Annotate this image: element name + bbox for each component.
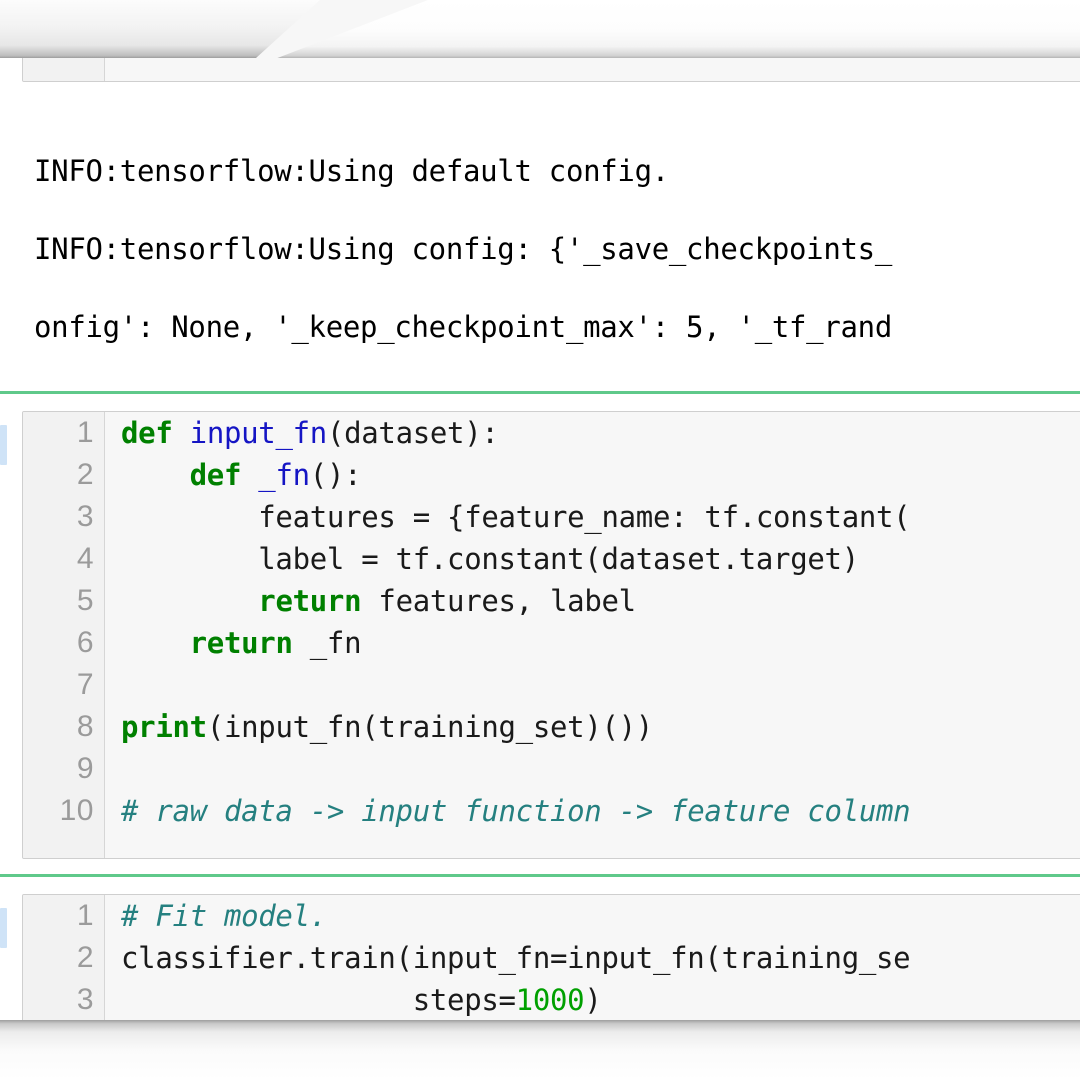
line-number: 1 <box>76 416 94 449</box>
code-token-plain: (input_fn(training_set)()) <box>206 710 653 744</box>
line-number-gutter: 1 2 3 <box>23 895 105 1080</box>
code-token-plain: features, label <box>361 584 636 618</box>
code-line: print(input_fn(training_set)()) <box>121 706 1080 748</box>
line-number: 6 <box>76 626 94 659</box>
code-line: classifier.train(input_fn=input_fn(train… <box>121 937 1080 979</box>
code-area[interactable] <box>105 0 1080 81</box>
cell-separator-rule <box>0 391 1080 394</box>
line-number-gutter: 1 2 3 4 5 6 7 8 9 10 <box>23 412 105 858</box>
code-token-plain: features = {feature_name: tf.constant( <box>121 500 911 534</box>
cell-selected-marker <box>0 908 7 948</box>
code-line: label = tf.constant(dataset.target) <box>121 538 1080 580</box>
line-number: 8 <box>76 710 94 743</box>
line-number: 2 <box>76 941 94 974</box>
code-line: return features, label <box>121 580 1080 622</box>
code-token-plain: (dataset): <box>326 416 499 450</box>
output-line: INFO:tensorflow:Using default config. <box>34 154 669 188</box>
code-token-fname: _fn <box>258 458 310 492</box>
line-number: 10 <box>59 794 94 827</box>
code-token-kw: return <box>258 584 362 618</box>
code-token-plain: steps= <box>121 983 516 1017</box>
line-number: 1 <box>76 899 94 932</box>
line-number: 4 <box>76 542 94 575</box>
input-fn-code-cell[interactable]: 1 2 3 4 5 6 7 8 9 10 def input_fn(datase… <box>22 411 1080 859</box>
code-token-kw: def <box>121 416 173 450</box>
code-token-plain: _fn <box>292 626 362 660</box>
code-line: def input_fn(dataset): <box>121 412 1080 454</box>
output-line: INFO:tensorflow:Using config: {'_save_ch… <box>34 232 892 266</box>
tensorflow-log-output: INFO:tensorflow:Using default config. IN… <box>0 114 1080 370</box>
code-token-comment: # raw data -> input function -> feature … <box>121 794 911 828</box>
code-line: def _fn(): <box>121 454 1080 496</box>
code-area[interactable]: def input_fn(dataset): def _fn(): featur… <box>105 412 1080 858</box>
code-token-plain: ) <box>584 983 602 1017</box>
code-line: steps=1000) <box>121 979 1080 1021</box>
code-token-num: 1000 <box>515 983 585 1017</box>
code-token-plain: label = tf.constant(dataset.target) <box>121 542 859 576</box>
notebook-screenshot: 10 INFO:tensorflow:Using default config.… <box>0 0 1080 1080</box>
line-number: 2 <box>76 458 94 491</box>
line-number: 3 <box>76 500 94 533</box>
cell-separator-rule <box>0 874 1080 877</box>
line-number: 10 <box>23 0 104 5</box>
notebook-scroll-area[interactable]: 10 INFO:tensorflow:Using default config.… <box>0 0 1080 1080</box>
line-number: 5 <box>76 584 94 617</box>
code-token-fname: input_fn <box>189 416 328 450</box>
code-line: # Fit model. <box>121 895 1080 937</box>
cell-selected-marker <box>0 425 7 465</box>
line-number: 3 <box>76 983 94 1016</box>
line-number: 9 <box>76 752 94 785</box>
truncated-code-cell[interactable]: 10 <box>22 0 1080 82</box>
code-token-plain: classifier.train(input_fn=input_fn(train… <box>121 941 911 975</box>
code-token-builtin: print <box>121 710 207 744</box>
line-number: 7 <box>76 668 94 701</box>
code-token-plain: (): <box>309 458 362 492</box>
output-line: onfig': None, '_keep_checkpoint_max': 5,… <box>34 310 892 344</box>
code-line: # raw data -> input function -> feature … <box>121 790 1080 832</box>
line-number-gutter: 10 <box>23 0 105 81</box>
code-token-kw: return <box>189 626 293 660</box>
code-area[interactable]: # Fit model. classifier.train(input_fn=in… <box>105 895 1080 1080</box>
code-token-kw: def <box>189 458 242 492</box>
code-line: return _fn <box>121 622 1080 664</box>
code-token-comment: # Fit model. <box>121 899 327 933</box>
code-line: features = {feature_name: tf.constant( <box>121 496 1080 538</box>
fit-model-code-cell[interactable]: 1 2 3 # Fit model. classifier.train(input… <box>22 894 1080 1080</box>
